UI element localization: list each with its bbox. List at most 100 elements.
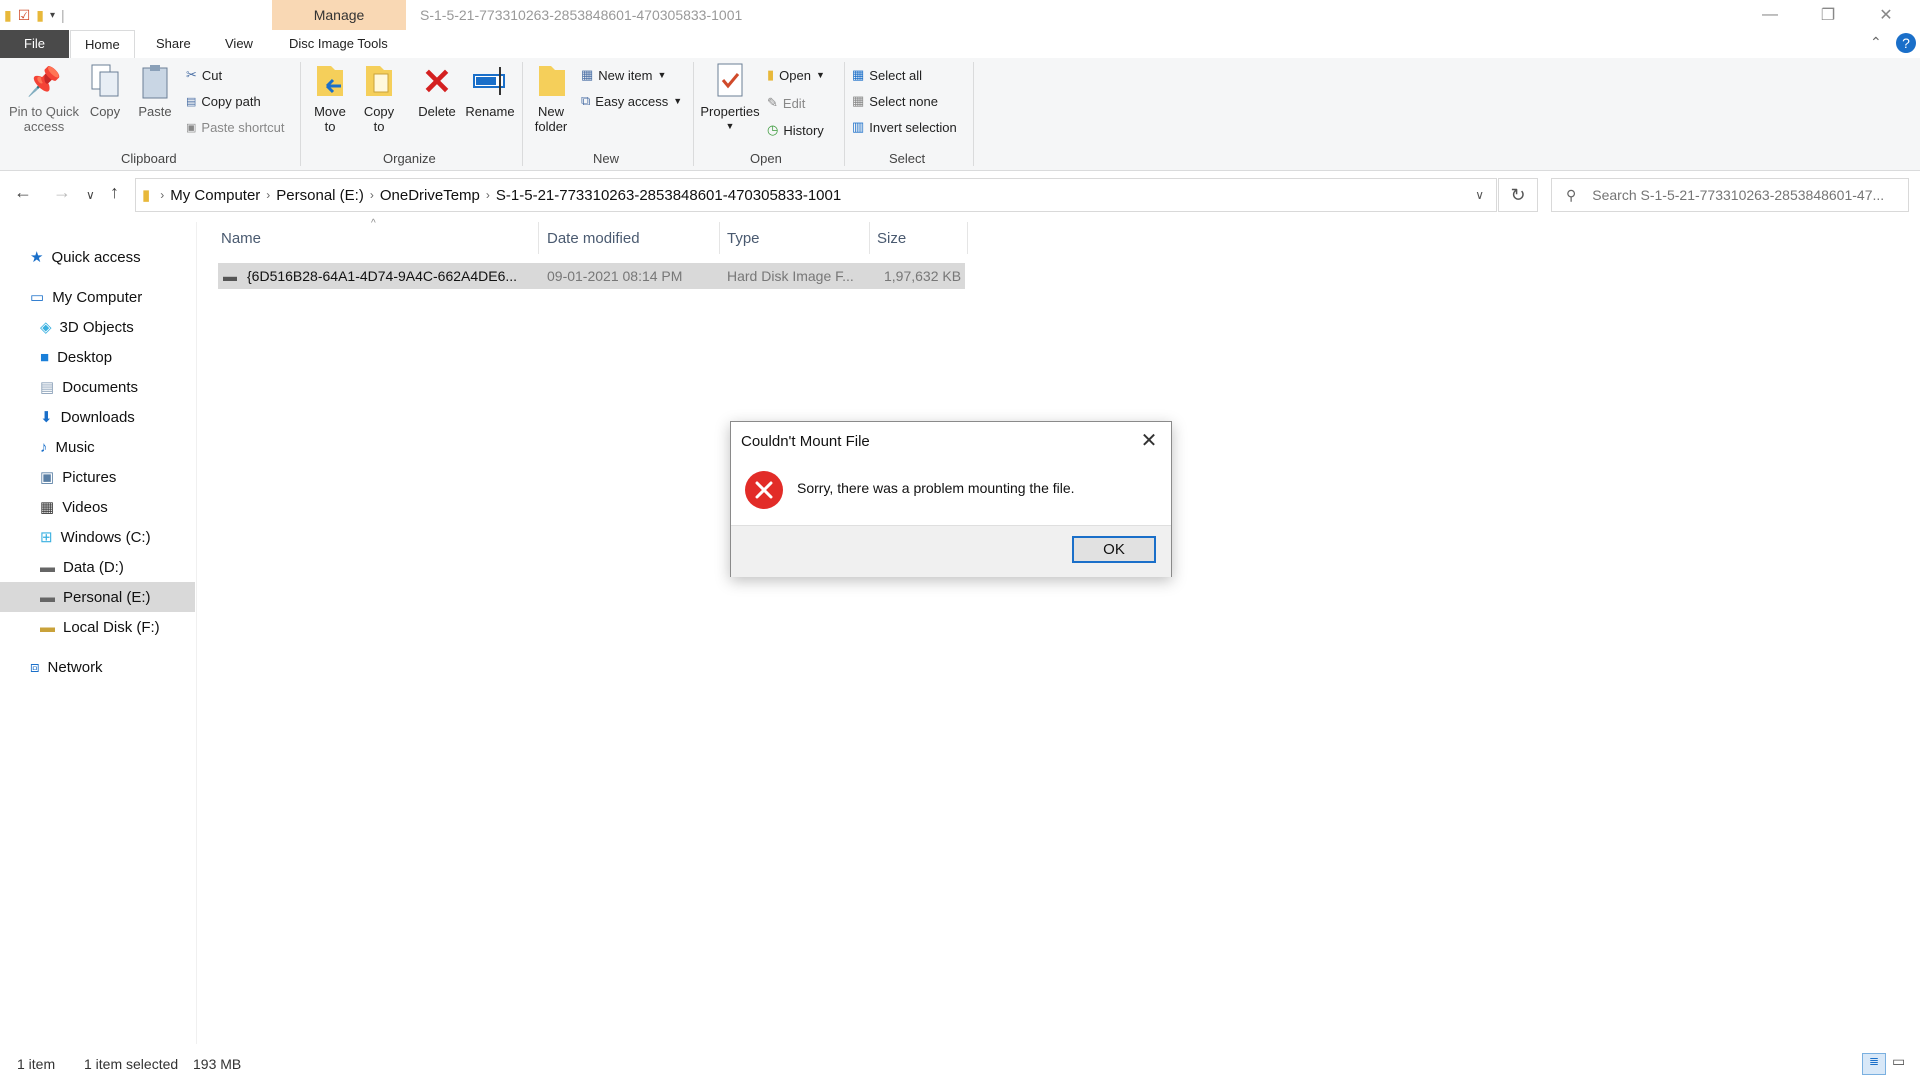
properties-check-icon[interactable]: ☑: [18, 7, 31, 24]
new-folder-label-line2: folder: [534, 119, 568, 134]
column-divider[interactable]: [538, 222, 539, 254]
pin-label-line2: access: [23, 119, 65, 134]
column-divider[interactable]: [967, 222, 968, 254]
open-button[interactable]: ▮ Open ▼: [767, 64, 825, 86]
drive-icon: ▬: [40, 618, 55, 636]
file-date-modified: 09-01-2021 08:14 PM: [547, 268, 683, 284]
cut-button[interactable]: ✂ Cut: [186, 64, 222, 86]
select-group-label: Select: [889, 151, 926, 166]
copy-to-icon: [361, 62, 397, 100]
breadcrumb-separator-icon: ›: [369, 188, 374, 202]
open-group-label: Open: [750, 151, 782, 166]
refresh-button[interactable]: ↻: [1498, 178, 1538, 212]
sidebar-item-windows-c[interactable]: ⊞ Windows (C:): [40, 522, 151, 552]
select-all-button[interactable]: ▦ Select all: [852, 64, 922, 86]
sidebar-item-3d-objects[interactable]: ◈ 3D Objects: [40, 312, 134, 342]
manage-contextual-tab[interactable]: Manage: [272, 0, 406, 30]
sidebar-item-pictures[interactable]: ▣ Pictures: [40, 462, 116, 492]
new-item-button[interactable]: ▦ New item ▼: [581, 64, 666, 86]
paste-shortcut-icon: ▣: [186, 121, 197, 134]
tab-share[interactable]: Share: [142, 30, 205, 58]
sidebar-item-local-disk-f[interactable]: ▬ Local Disk (F:): [40, 612, 160, 642]
address-dropdown-chevron-icon[interactable]: ∨: [1475, 188, 1484, 202]
move-to-button[interactable]: Move to: [307, 62, 353, 134]
restore-button[interactable]: ❐: [1799, 0, 1857, 30]
breadcrumb-personal-e[interactable]: Personal (E:): [276, 187, 364, 204]
tab-view[interactable]: View: [211, 30, 267, 58]
easy-access-button[interactable]: ⧉ Easy access ▼: [581, 90, 682, 112]
properties-button[interactable]: Properties ▼: [698, 62, 762, 134]
up-arrow-icon[interactable]: ↑: [110, 182, 119, 203]
column-header-date-modified[interactable]: Date modified: [547, 226, 640, 250]
folder-icon: ▮: [4, 6, 12, 23]
collapse-ribbon-icon[interactable]: ⌃: [1870, 34, 1882, 51]
sidebar-item-my-computer[interactable]: ▭ My Computer: [30, 282, 142, 312]
details-view-icon[interactable]: ≣: [1862, 1053, 1886, 1075]
column-divider[interactable]: [869, 222, 870, 254]
invert-selection-button[interactable]: ▥ Invert selection: [852, 116, 957, 138]
sidebar-item-label: Local Disk (F:): [63, 618, 160, 636]
breadcrumb-my-computer[interactable]: My Computer: [170, 187, 260, 204]
new-folder-button[interactable]: New folder: [530, 62, 572, 134]
select-none-icon: ▦: [852, 93, 865, 108]
customize-qat-icon[interactable]: ▾: [50, 10, 55, 21]
breadcrumb-current-folder[interactable]: S-1-5-21-773310263-2853848601-470305833-…: [496, 187, 841, 204]
sidebar-item-quick-access[interactable]: ★ Quick access: [30, 242, 141, 272]
rename-button[interactable]: Rename: [462, 62, 518, 119]
sidebar-item-personal-e[interactable]: ▬ Personal (E:): [0, 582, 195, 612]
sidebar-item-data-d[interactable]: ▬ Data (D:): [40, 552, 124, 582]
new-folder-icon[interactable]: ▮: [36, 7, 44, 24]
recent-locations-chevron-icon[interactable]: ∨: [86, 188, 95, 202]
column-divider[interactable]: [719, 222, 720, 254]
close-icon: ✕: [1140, 429, 1158, 452]
sidebar-item-music[interactable]: ♪ Music: [40, 432, 95, 462]
forward-arrow-icon[interactable]: →: [53, 182, 71, 203]
easy-access-icon: ⧉: [581, 93, 591, 108]
windows-drive-icon: ⊞: [40, 529, 53, 546]
tab-home[interactable]: Home: [70, 30, 135, 60]
column-header-name[interactable]: Name: [221, 226, 261, 250]
address-bar[interactable]: ▮ › My Computer › Personal (E:) › OneDri…: [135, 178, 1497, 212]
search-input[interactable]: [1590, 186, 1895, 204]
paste-shortcut-button[interactable]: ▣ Paste shortcut: [186, 116, 285, 138]
sidebar-item-videos[interactable]: ▦ Videos: [40, 492, 108, 522]
clipboard-group-label: Clipboard: [121, 151, 177, 166]
breadcrumb-separator-icon: ›: [266, 188, 271, 202]
paste-button[interactable]: Paste: [134, 62, 176, 119]
column-header-size[interactable]: Size: [877, 226, 906, 250]
tab-disc-image-tools[interactable]: Disc Image Tools: [275, 30, 402, 58]
select-none-button[interactable]: ▦ Select none: [852, 90, 938, 112]
ok-button[interactable]: OK: [1072, 536, 1156, 563]
copy-to-button[interactable]: Copy to: [356, 62, 402, 134]
sidebar-item-desktop[interactable]: ■ Desktop: [40, 342, 112, 372]
dialog-title: Couldn't Mount File: [741, 433, 870, 450]
dialog-close-button[interactable]: ✕: [1137, 428, 1161, 452]
properties-icon: [712, 62, 748, 100]
minimize-button[interactable]: —: [1741, 0, 1799, 30]
chevron-down-icon: ▼: [725, 121, 735, 131]
search-box[interactable]: ⚲: [1551, 178, 1909, 212]
help-icon[interactable]: ?: [1896, 33, 1916, 53]
history-button[interactable]: ◷ History: [767, 119, 824, 141]
pin-to-quick-access-button[interactable]: 📌 Pin to Quick access: [6, 62, 82, 134]
close-window-button[interactable]: ✕: [1857, 0, 1915, 30]
copy-path-button[interactable]: ▤ Copy path: [186, 90, 261, 112]
large-icons-view-icon[interactable]: ▭: [1892, 1053, 1905, 1070]
back-arrow-icon[interactable]: ←: [14, 182, 32, 203]
delete-button[interactable]: ✕ Delete: [414, 62, 460, 119]
edit-button[interactable]: ✎ Edit: [767, 92, 805, 114]
status-item-count: 1 item: [17, 1056, 56, 1072]
tab-file[interactable]: File: [0, 30, 69, 58]
sidebar-item-network[interactable]: ⧈ Network: [30, 652, 103, 682]
paste-label: Paste: [138, 104, 172, 119]
copy-button[interactable]: Copy: [84, 62, 126, 119]
copy-to-label-line2: to: [373, 119, 385, 134]
sidebar-item-documents[interactable]: ▤ Documents: [40, 372, 138, 402]
move-to-label-line1: Move: [314, 104, 346, 119]
sidebar-item-downloads[interactable]: ⬇ Downloads: [40, 402, 135, 432]
copy-icon: [87, 62, 123, 100]
properties-label: Properties: [700, 104, 760, 119]
breadcrumb-onedrivetemp[interactable]: OneDriveTemp: [380, 187, 480, 204]
column-header-type[interactable]: Type: [727, 226, 760, 250]
qat-divider: |: [61, 7, 65, 23]
